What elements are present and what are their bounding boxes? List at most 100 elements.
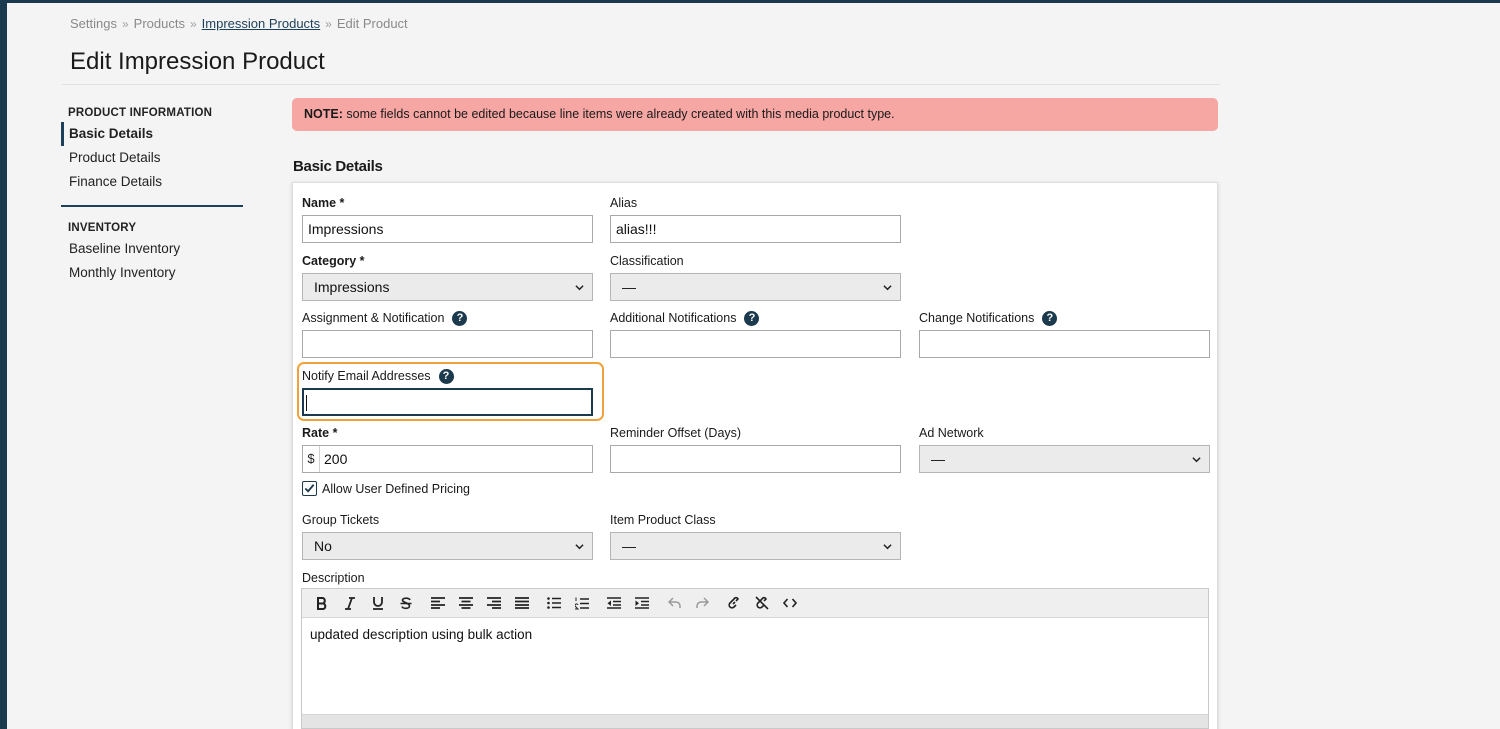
breadcrumb-edit-product: Edit Product <box>336 16 408 31</box>
description-content[interactable]: updated description using bulk action <box>302 618 1208 651</box>
rate-label: Rate * <box>302 426 338 440</box>
reminder-offset-field: Reminder Offset (Days) <box>610 425 901 473</box>
align-right-icon[interactable] <box>480 592 508 614</box>
chevron-down-icon <box>883 544 892 550</box>
description-field: Description <box>302 570 365 586</box>
reminder-offset-label: Reminder Offset (Days) <box>610 426 742 440</box>
align-justify-icon[interactable] <box>508 592 536 614</box>
change-notifications-field: Change Notifications ? <box>919 310 1210 358</box>
underline-icon[interactable] <box>364 592 392 614</box>
unlink-icon[interactable] <box>748 592 776 614</box>
outdent-icon[interactable] <box>600 592 628 614</box>
italic-icon[interactable] <box>336 592 364 614</box>
classification-select[interactable]: — <box>610 273 901 301</box>
alias-label: Alias <box>610 196 638 210</box>
numbered-list-icon[interactable] <box>568 592 596 614</box>
sidebar-item-product-details[interactable]: Product Details <box>61 146 243 170</box>
notify-email-input[interactable] <box>302 388 593 416</box>
category-select[interactable]: Impressions <box>302 273 593 301</box>
currency-prefix: $ <box>303 446 320 472</box>
title-divider <box>62 84 1220 85</box>
rate-input[interactable]: $ 200 <box>302 445 593 473</box>
align-center-icon[interactable] <box>452 592 480 614</box>
note-prefix: NOTE: <box>304 107 343 121</box>
breadcrumb-separator: » <box>121 16 129 31</box>
link-icon[interactable] <box>720 592 748 614</box>
page-title: Edit Impression Product <box>70 48 325 75</box>
text-caret <box>306 395 307 411</box>
alias-field: Alias alias!!! <box>610 195 901 243</box>
name-field: Name * Impressions <box>302 195 593 243</box>
sidebar-item-monthly-inventory[interactable]: Monthly Inventory <box>61 261 243 285</box>
assignment-field: Assignment & Notification ? <box>302 310 593 358</box>
change-notifications-input[interactable] <box>919 330 1210 358</box>
source-code-icon[interactable] <box>776 592 804 614</box>
group-tickets-field: Group Tickets No <box>302 512 593 560</box>
sidebar-nav: PRODUCT INFORMATION Basic Details Produc… <box>61 104 243 285</box>
breadcrumb-products[interactable]: Products <box>134 16 185 31</box>
align-left-icon[interactable] <box>424 592 452 614</box>
note-banner: NOTE: some fields cannot be edited becau… <box>292 98 1218 131</box>
item-product-class-select[interactable]: — <box>610 532 901 560</box>
undo-icon[interactable] <box>660 592 688 614</box>
allow-pricing-checkbox[interactable] <box>302 481 317 496</box>
help-icon[interactable]: ? <box>744 310 760 326</box>
item-product-class-field: Item Product Class — <box>610 512 901 560</box>
reminder-offset-input[interactable] <box>610 445 901 473</box>
description-editor: updated description using bulk action <box>301 588 1209 729</box>
ad-network-label: Ad Network <box>919 426 984 440</box>
help-icon[interactable]: ? <box>452 310 468 326</box>
sidebar-item-finance-details[interactable]: Finance Details <box>61 170 243 194</box>
indent-icon[interactable] <box>628 592 656 614</box>
assignment-input[interactable] <box>302 330 593 358</box>
category-field: Category * Impressions <box>302 253 593 301</box>
alias-input[interactable]: alias!!! <box>610 215 901 243</box>
assignment-label-text: Assignment & Notification <box>302 311 445 325</box>
additional-notifications-input[interactable] <box>610 330 901 358</box>
allow-pricing-label[interactable]: Allow User Defined Pricing <box>322 482 470 496</box>
classification-value: — <box>622 279 636 295</box>
window-top-border <box>0 0 1500 3</box>
chevron-down-icon <box>1192 457 1201 463</box>
description-label: Description <box>302 571 365 585</box>
sidebar-item-basic-details[interactable]: Basic Details <box>61 122 243 146</box>
rate-value: 200 <box>324 451 348 467</box>
strikethrough-icon[interactable] <box>392 592 420 614</box>
ad-network-field: Ad Network — <box>919 425 1210 473</box>
bold-icon[interactable] <box>308 592 336 614</box>
bullet-list-icon[interactable] <box>540 592 568 614</box>
change-notifications-label: Change Notifications ? <box>919 310 1210 326</box>
editor-statusbar <box>302 714 1208 728</box>
name-label: Name * <box>302 196 345 210</box>
item-product-class-label: Item Product Class <box>610 513 716 527</box>
allow-user-defined-pricing: Allow User Defined Pricing <box>302 481 470 496</box>
classification-label: Classification <box>610 254 684 268</box>
breadcrumb-separator: » <box>325 16 332 31</box>
notify-email-field: Notify Email Addresses ? <box>302 368 593 416</box>
additional-notifications-field: Additional Notifications ? <box>610 310 901 358</box>
sidebar-divider <box>61 205 243 207</box>
assignment-label: Assignment & Notification ? <box>302 310 593 326</box>
section-title: Basic Details <box>293 158 383 175</box>
ad-network-value: — <box>931 451 945 467</box>
ad-network-select[interactable]: — <box>919 445 1210 473</box>
chevron-down-icon <box>883 285 892 291</box>
check-icon <box>304 484 315 493</box>
breadcrumb-settings[interactable]: Settings <box>70 16 117 31</box>
editor-toolbar <box>302 589 1208 618</box>
chevron-down-icon <box>575 285 584 291</box>
change-notifications-label-text: Change Notifications <box>919 311 1035 325</box>
group-tickets-select[interactable]: No <box>302 532 593 560</box>
breadcrumb-impression-products[interactable]: Impression Products <box>202 16 321 31</box>
notify-email-label-text: Notify Email Addresses <box>302 369 431 383</box>
additional-notifications-label-text: Additional Notifications <box>610 311 737 325</box>
help-icon[interactable]: ? <box>438 368 454 384</box>
group-tickets-value: No <box>314 538 332 554</box>
sidebar-heading-product-information: PRODUCT INFORMATION <box>68 107 213 119</box>
help-icon[interactable]: ? <box>1042 310 1058 326</box>
redo-icon[interactable] <box>688 592 716 614</box>
sidebar-item-baseline-inventory[interactable]: Baseline Inventory <box>61 237 243 261</box>
item-product-class-value: — <box>622 538 636 554</box>
window-left-border <box>0 0 7 729</box>
name-input[interactable]: Impressions <box>302 215 593 243</box>
